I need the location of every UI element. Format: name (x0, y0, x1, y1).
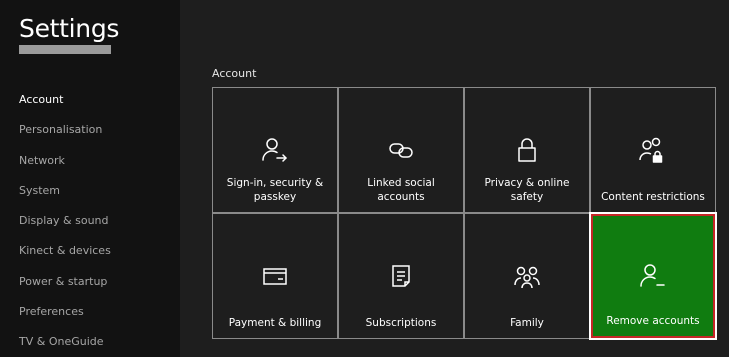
sidebar-item-system[interactable]: System (19, 182, 111, 212)
tile-family[interactable]: Family (464, 213, 590, 339)
person-arrow-icon (213, 136, 337, 164)
tile-subscriptions[interactable]: Subscriptions (338, 213, 464, 339)
tile-privacy-online-safety[interactable]: Privacy & online safety (464, 87, 590, 213)
person-remove-icon (593, 262, 713, 290)
tile-remove-accounts[interactable]: Remove accounts (589, 212, 717, 340)
people-lock-icon (591, 136, 715, 164)
sidebar-item-kinect-devices[interactable]: Kinect & devices (19, 242, 111, 272)
tile-content-restrictions[interactable]: Content restrictions (590, 87, 716, 213)
card-icon (213, 262, 337, 290)
tile-label: Privacy & online safety (484, 177, 570, 203)
tile-label: Family (510, 317, 544, 329)
tile-label: Remove accounts (606, 315, 700, 327)
section-heading: Account (212, 67, 257, 80)
tile-label: Subscriptions (365, 317, 437, 329)
sidebar-nav: Account Personalisation Network System D… (19, 91, 111, 357)
lock-icon (465, 136, 589, 164)
tile-payment-billing[interactable]: Payment & billing (212, 213, 338, 339)
sidebar-item-personalisation[interactable]: Personalisation (19, 121, 111, 151)
tile-label: Payment & billing (228, 317, 322, 329)
tile-label: Content restrictions (601, 191, 705, 203)
sidebar-item-preferences[interactable]: Preferences (19, 303, 111, 333)
sidebar-item-network[interactable]: Network (19, 152, 111, 182)
tile-label: Linked social accounts (367, 177, 435, 203)
sidebar-item-tv-oneguide[interactable]: TV & OneGuide (19, 333, 111, 357)
link-icon (339, 136, 463, 164)
document-icon (339, 262, 463, 290)
sidebar-item-account[interactable]: Account (19, 91, 111, 121)
family-icon (465, 262, 589, 290)
gamertag-placeholder (19, 45, 111, 54)
sidebar-item-power-startup[interactable]: Power & startup (19, 273, 111, 303)
tile-label: Sign-in, security & passkey (226, 177, 324, 203)
page-title: Settings (19, 14, 120, 43)
tile-linked-social-accounts[interactable]: Linked social accounts (338, 87, 464, 213)
sidebar-item-display-sound[interactable]: Display & sound (19, 212, 111, 242)
sidebar: Settings Account Personalisation Network… (0, 0, 180, 357)
tile-sign-in-security[interactable]: Sign-in, security & passkey (212, 87, 338, 213)
